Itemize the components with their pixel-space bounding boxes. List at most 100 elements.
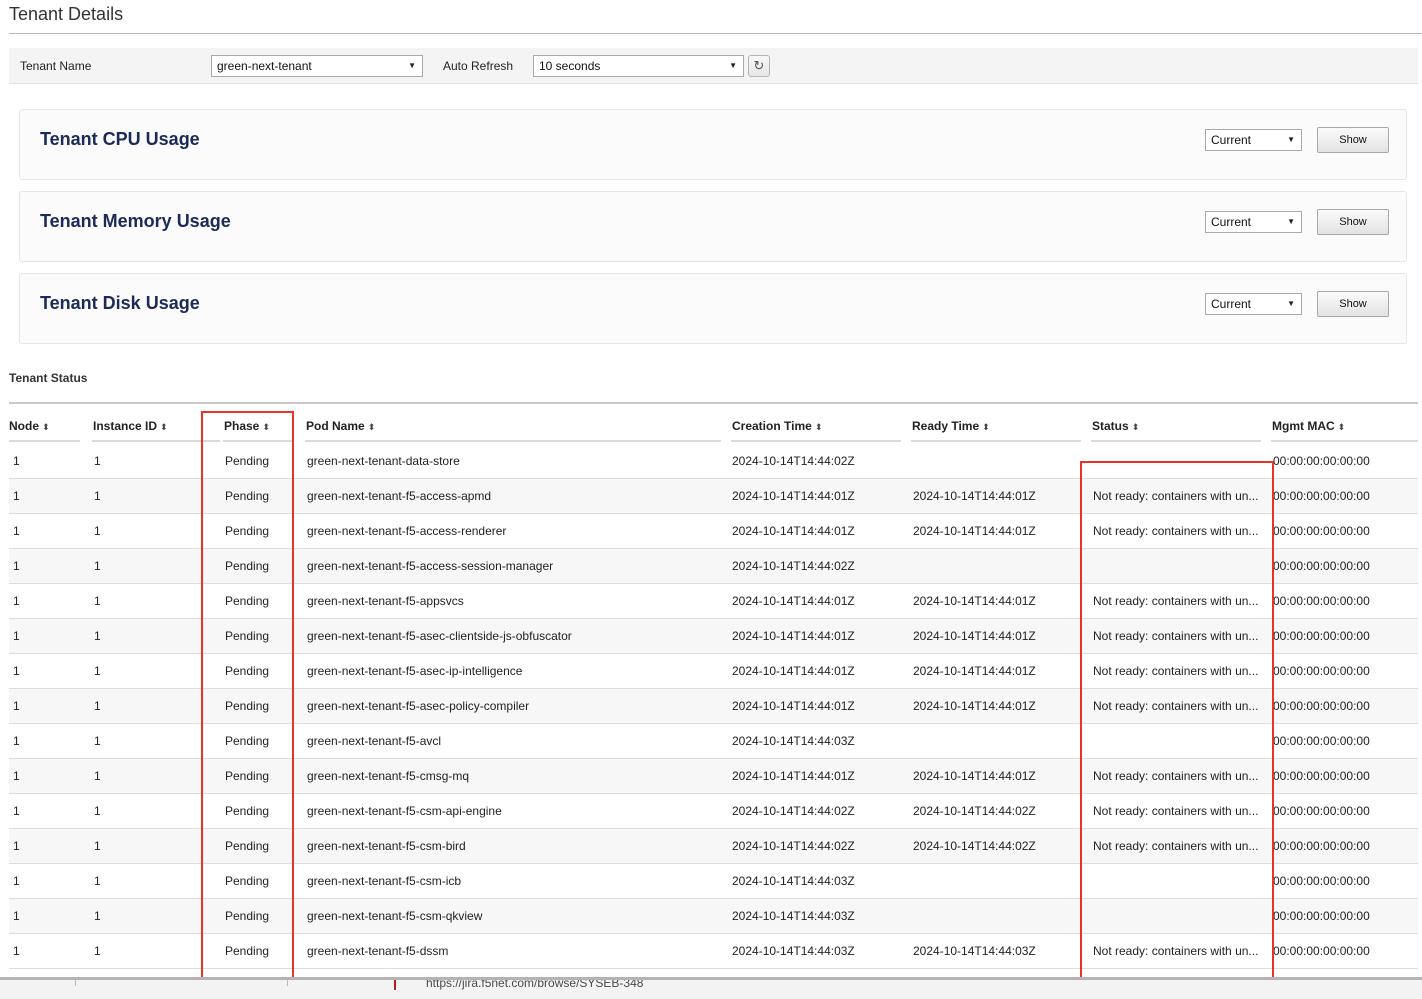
sort-icon: ⬍ — [1337, 422, 1346, 432]
column-header-mgmt-mac[interactable]: Mgmt MAC ⬍ — [1272, 419, 1345, 433]
sort-icon: ⬍ — [1131, 422, 1140, 432]
disk-show-button[interactable]: Show — [1317, 291, 1389, 317]
instance-id-cell: 1 — [94, 734, 101, 748]
pod-name-cell: green-next-tenant-f5-csm-qkview — [307, 909, 483, 923]
strip-divider — [75, 980, 76, 986]
pod-name-cell: green-next-tenant-f5-access-apmd — [307, 489, 492, 503]
instance-id-cell: 1 — [94, 664, 101, 678]
header-underline — [305, 440, 721, 442]
ready-time-cell: 2024-10-14T14:44:01Z — [913, 629, 1036, 643]
mgmt-mac-cell: 00:00:00:00:00:00 — [1273, 699, 1370, 713]
chevron-down-icon: ▼ — [408, 61, 416, 70]
creation-time-cell: 2024-10-14T14:44:01Z — [732, 664, 855, 678]
strip-divider — [287, 980, 288, 986]
sort-icon: ⬍ — [367, 422, 376, 432]
page-title: Tenant Details — [9, 4, 124, 24]
cpu-range-value: Current — [1211, 133, 1252, 147]
pod-name-cell: green-next-tenant-f5-appsvcs — [307, 594, 464, 608]
chevron-down-icon: ▼ — [1287, 135, 1295, 144]
phase-column-highlight — [201, 411, 294, 986]
table-top-divider — [9, 402, 1418, 404]
sort-icon: ⬍ — [814, 422, 823, 432]
instance-id-cell: 1 — [94, 874, 101, 888]
memory-range-select[interactable]: Current ▼ — [1205, 211, 1302, 233]
refresh-button[interactable]: ↻ — [748, 55, 770, 77]
sort-icon: ⬍ — [982, 422, 990, 432]
creation-time-cell: 2024-10-14T14:44:01Z — [732, 524, 855, 538]
header-underline — [1091, 440, 1261, 442]
header-underline — [731, 440, 901, 442]
ready-time-cell: 2024-10-14T14:44:02Z — [913, 839, 1036, 853]
pod-name-cell: green-next-tenant-f5-dssm — [307, 944, 449, 958]
column-header-creation-time[interactable]: Creation Time ⬍ — [732, 419, 822, 433]
instance-id-cell: 1 — [94, 804, 101, 818]
instance-id-cell: 1 — [94, 769, 101, 783]
instance-id-cell: 1 — [94, 489, 101, 503]
node-cell: 1 — [13, 629, 20, 643]
pod-name-cell: green-next-tenant-f5-csm-api-engine — [307, 804, 502, 818]
instance-id-cell: 1 — [94, 699, 101, 713]
status-column-highlight — [1080, 461, 1274, 999]
ready-time-cell: 2024-10-14T14:44:01Z — [913, 489, 1036, 503]
mgmt-mac-cell: 00:00:00:00:00:00 — [1273, 664, 1370, 678]
mgmt-mac-cell: 00:00:00:00:00:00 — [1273, 489, 1370, 503]
node-cell: 1 — [13, 769, 20, 783]
pod-name-cell: green-next-tenant-f5-asec-clientside-js-… — [307, 629, 572, 643]
node-cell: 1 — [13, 804, 20, 818]
node-cell: 1 — [13, 944, 20, 958]
cpu-show-button[interactable]: Show — [1317, 127, 1389, 153]
chevron-down-icon: ▼ — [1287, 217, 1295, 226]
instance-id-cell: 1 — [94, 594, 101, 608]
memory-usage-title: Tenant Memory Usage — [40, 211, 231, 231]
mgmt-mac-cell: 00:00:00:00:00:00 — [1273, 944, 1370, 958]
tenant-status-title: Tenant Status — [9, 371, 88, 385]
node-cell: 1 — [13, 559, 20, 573]
ready-time-cell: 2024-10-14T14:44:01Z — [913, 594, 1036, 608]
creation-time-cell: 2024-10-14T14:44:03Z — [732, 734, 855, 748]
strip-marker — [394, 980, 396, 990]
ready-time-cell: 2024-10-14T14:44:01Z — [913, 524, 1036, 538]
mgmt-mac-cell: 00:00:00:00:00:00 — [1273, 454, 1370, 468]
pod-name-cell: green-next-tenant-f5-access-renderer — [307, 524, 507, 538]
column-header-status[interactable]: Status ⬍ — [1092, 419, 1139, 433]
tenant-name-value: green-next-tenant — [217, 59, 312, 73]
header-underline — [1271, 440, 1418, 442]
column-header-node[interactable]: Node ⬍ — [9, 419, 50, 433]
mgmt-mac-cell: 00:00:00:00:00:00 — [1273, 769, 1370, 783]
cpu-usage-panel: Tenant CPU Usage Current ▼ Show — [19, 109, 1407, 180]
creation-time-cell: 2024-10-14T14:44:01Z — [732, 769, 855, 783]
instance-id-cell: 1 — [94, 524, 101, 538]
cpu-usage-title: Tenant CPU Usage — [40, 129, 200, 149]
instance-id-cell: 1 — [94, 909, 101, 923]
pod-name-cell: green-next-tenant-f5-csm-icb — [307, 874, 462, 888]
mgmt-mac-cell: 00:00:00:00:00:00 — [1273, 874, 1370, 888]
node-cell: 1 — [13, 454, 20, 468]
ready-time-cell: 2024-10-14T14:44:01Z — [913, 699, 1036, 713]
memory-show-button[interactable]: Show — [1317, 209, 1389, 235]
pod-name-cell: green-next-tenant-f5-avcl — [307, 734, 442, 748]
jira-link[interactable]: https://jira.f5net.com/browse/SYSEB-348 — [426, 980, 643, 990]
auto-refresh-select[interactable]: 10 seconds ▼ — [533, 55, 744, 77]
creation-time-cell: 2024-10-14T14:44:01Z — [732, 489, 855, 503]
mgmt-mac-cell: 00:00:00:00:00:00 — [1273, 804, 1370, 818]
cpu-range-select[interactable]: Current ▼ — [1205, 129, 1302, 151]
creation-time-cell: 2024-10-14T14:44:03Z — [732, 944, 855, 958]
disk-range-value: Current — [1211, 297, 1252, 311]
ready-time-cell: 2024-10-14T14:44:01Z — [913, 664, 1036, 678]
node-cell: 1 — [13, 489, 20, 503]
mgmt-mac-cell: 00:00:00:00:00:00 — [1273, 909, 1370, 923]
creation-time-cell: 2024-10-14T14:44:01Z — [732, 629, 855, 643]
creation-time-cell: 2024-10-14T14:44:02Z — [732, 454, 855, 468]
auto-refresh-label: Auto Refresh — [443, 59, 514, 73]
column-header-ready-time[interactable]: Ready Time ⬍ — [912, 419, 990, 433]
tenant-details-page: Tenant Details Tenant Name green-next-te… — [0, 0, 1422, 999]
column-header-pod-name[interactable]: Pod Name ⬍ — [306, 419, 375, 433]
sort-icon: ⬍ — [160, 422, 168, 432]
node-cell: 1 — [13, 734, 20, 748]
mgmt-mac-cell: 00:00:00:00:00:00 — [1273, 559, 1370, 573]
disk-range-select[interactable]: Current ▼ — [1205, 293, 1302, 315]
column-header-instance-id[interactable]: Instance ID ⬍ — [93, 419, 168, 433]
mgmt-mac-cell: 00:00:00:00:00:00 — [1273, 629, 1370, 643]
tenant-name-select[interactable]: green-next-tenant ▼ — [211, 55, 423, 77]
creation-time-cell: 2024-10-14T14:44:03Z — [732, 909, 855, 923]
